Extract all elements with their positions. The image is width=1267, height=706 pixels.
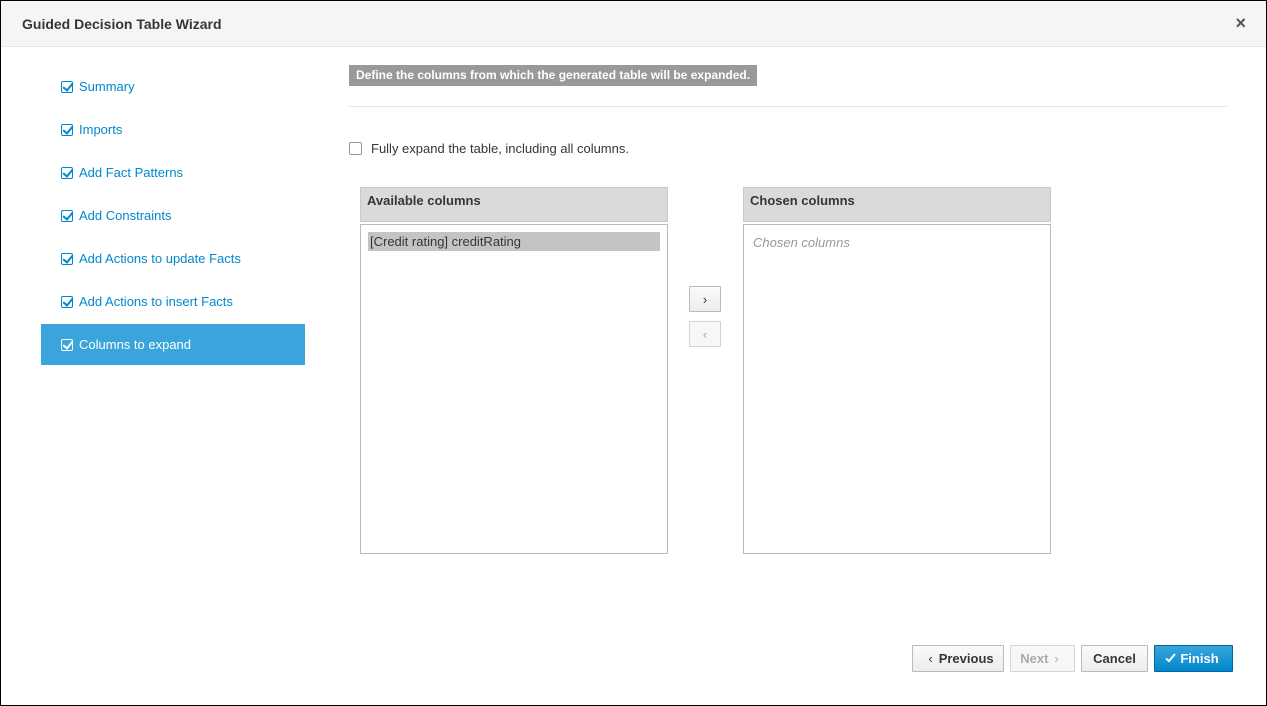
step-content: Define the columns from which the genera… bbox=[349, 65, 1227, 107]
previous-label: Previous bbox=[938, 651, 994, 666]
add-column-button[interactable]: › bbox=[689, 286, 721, 312]
checked-square-icon bbox=[61, 338, 73, 351]
checked-square-icon bbox=[61, 123, 73, 136]
checked-square-icon bbox=[61, 80, 73, 93]
wizard-steps: Summary Imports Add Fact Patterns Add Co… bbox=[41, 65, 305, 365]
step-label: Add Fact Patterns bbox=[79, 165, 184, 180]
cancel-button[interactable]: Cancel bbox=[1081, 645, 1148, 672]
remove-column-button[interactable]: ‹ bbox=[689, 321, 721, 347]
step-add-actions-update-facts[interactable]: Add Actions to update Facts bbox=[41, 237, 305, 280]
previous-button[interactable]: ‹ Previous bbox=[912, 645, 1004, 672]
step-label: Imports bbox=[79, 122, 123, 137]
expand-all-checkbox[interactable] bbox=[349, 142, 362, 155]
step-add-fact-patterns[interactable]: Add Fact Patterns bbox=[41, 151, 305, 194]
step-summary[interactable]: Summary bbox=[41, 65, 305, 108]
expand-all-row: Fully expand the table, including all co… bbox=[349, 141, 629, 156]
step-add-actions-insert-facts[interactable]: Add Actions to insert Facts bbox=[41, 280, 305, 323]
chosen-columns-placeholder: Chosen columns bbox=[753, 235, 850, 250]
close-icon[interactable]: × bbox=[1235, 14, 1246, 32]
step-imports[interactable]: Imports bbox=[41, 108, 305, 151]
finish-button[interactable]: Finish bbox=[1154, 645, 1233, 672]
available-columns-panel: Available columns [Credit rating] credit… bbox=[360, 187, 668, 554]
checked-square-icon bbox=[61, 295, 73, 308]
wizard-dialog: Guided Decision Table Wizard × Summary I… bbox=[0, 0, 1267, 706]
step-label: Add Constraints bbox=[79, 208, 172, 223]
chevron-left-icon: ‹ bbox=[928, 651, 933, 666]
divider bbox=[349, 106, 1227, 107]
expand-all-label[interactable]: Fully expand the table, including all co… bbox=[371, 141, 629, 156]
next-label: Next bbox=[1020, 651, 1049, 666]
step-label: Add Actions to insert Facts bbox=[79, 294, 233, 309]
list-item[interactable]: [Credit rating] creditRating bbox=[368, 232, 660, 251]
step-label: Summary bbox=[79, 79, 135, 94]
check-icon bbox=[1165, 651, 1176, 662]
chosen-columns-list[interactable]: Chosen columns bbox=[743, 224, 1051, 554]
next-button[interactable]: Next › bbox=[1010, 645, 1075, 672]
step-add-constraints[interactable]: Add Constraints bbox=[41, 194, 305, 237]
available-columns-header: Available columns bbox=[360, 187, 668, 222]
step-label: Add Actions to update Facts bbox=[79, 251, 241, 266]
checked-square-icon bbox=[61, 252, 73, 265]
chosen-columns-panel: Chosen columns Chosen columns bbox=[743, 187, 1051, 554]
dialog-title: Guided Decision Table Wizard bbox=[22, 16, 222, 32]
available-columns-list[interactable]: [Credit rating] creditRating bbox=[360, 224, 668, 554]
chevron-right-icon: › bbox=[1054, 651, 1059, 666]
cancel-label: Cancel bbox=[1093, 651, 1136, 666]
dialog-header: Guided Decision Table Wizard × bbox=[1, 1, 1266, 47]
step-columns-to-expand[interactable]: Columns to expand bbox=[41, 324, 305, 365]
step-label: Columns to expand bbox=[79, 337, 192, 352]
checked-square-icon bbox=[61, 166, 73, 179]
chosen-columns-header: Chosen columns bbox=[743, 187, 1051, 222]
checked-square-icon bbox=[61, 209, 73, 222]
step-instruction: Define the columns from which the genera… bbox=[349, 65, 758, 86]
finish-label: Finish bbox=[1180, 651, 1219, 666]
